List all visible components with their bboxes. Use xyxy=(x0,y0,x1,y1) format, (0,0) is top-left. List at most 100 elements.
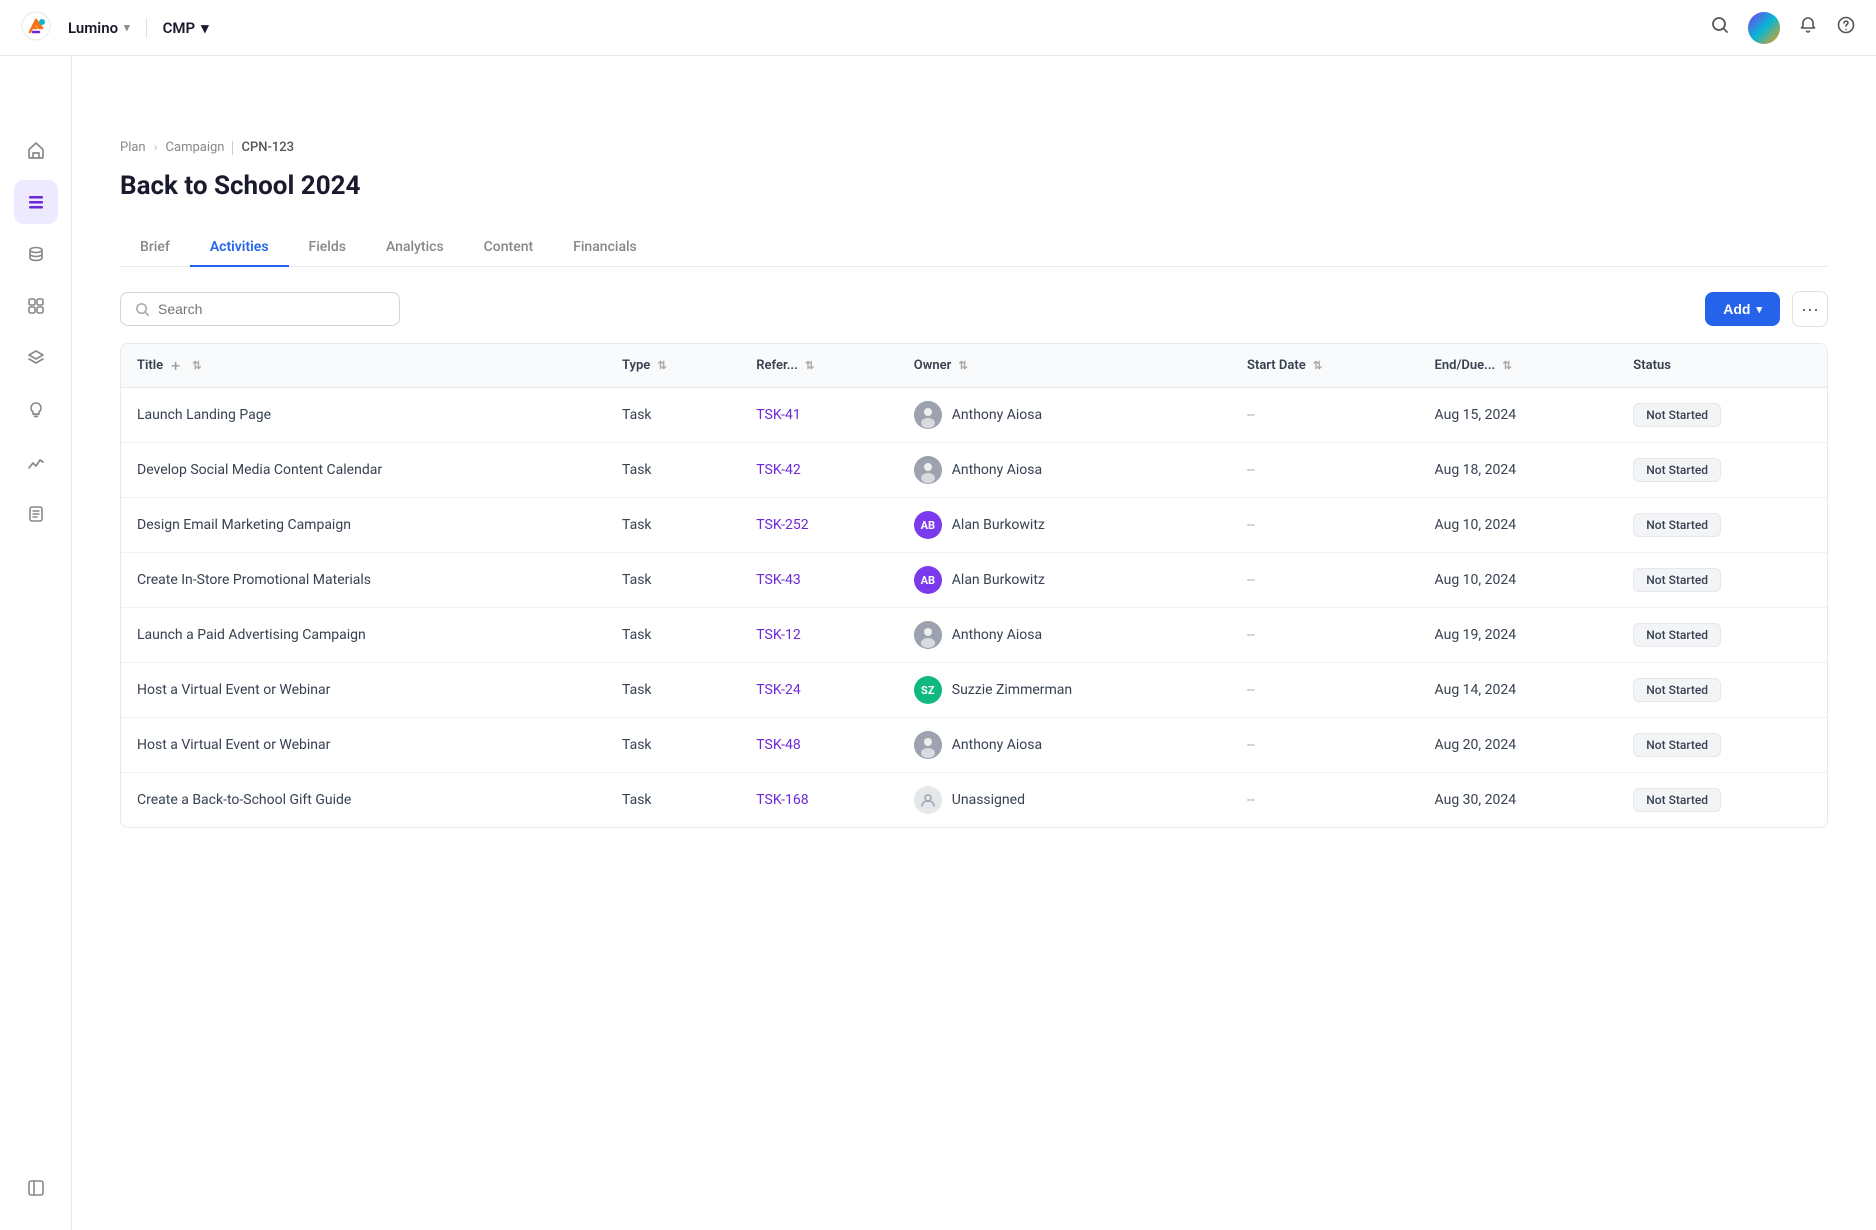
cell-title: Host a Virtual Event or Webinar xyxy=(121,663,606,718)
search-icon xyxy=(135,302,150,317)
sidebar-bottom xyxy=(14,1166,58,1230)
col-title: Title + ⇅ xyxy=(121,344,606,388)
sidebar-item-layers[interactable] xyxy=(14,336,58,380)
table-row[interactable]: Develop Social Media Content Calendar Ta… xyxy=(121,443,1827,498)
table-row[interactable]: Host a Virtual Event or Webinar Task TSK… xyxy=(121,663,1827,718)
page-title: Back to School 2024 xyxy=(120,171,1828,201)
project-selector[interactable]: CMP ▾ xyxy=(163,19,209,37)
tab-fields[interactable]: Fields xyxy=(289,229,366,267)
more-icon: ··· xyxy=(1801,299,1819,320)
sidebar-item-home[interactable] xyxy=(14,128,58,172)
table-row[interactable]: Design Email Marketing Campaign Task TSK… xyxy=(121,498,1827,553)
toolbar-right: Add ▾ ··· xyxy=(1705,291,1828,327)
cell-start-date: -- xyxy=(1231,718,1419,773)
workspace-chevron-icon: ▾ xyxy=(124,21,130,34)
cell-end-due: Aug 10, 2024 xyxy=(1419,553,1618,608)
owner-name: Anthony Aiosa xyxy=(952,737,1042,753)
cell-start-date: -- xyxy=(1231,553,1419,608)
status-badge: Not Started xyxy=(1633,403,1721,427)
sidebar-item-doc[interactable] xyxy=(14,492,58,536)
cell-title: Launch Landing Page xyxy=(121,388,606,443)
status-badge: Not Started xyxy=(1633,733,1721,757)
owner-name: Alan Burkowitz xyxy=(952,517,1045,533)
workspace-selector[interactable]: Lumino ▾ xyxy=(68,19,130,37)
owner-sort-icon[interactable]: ⇅ xyxy=(959,359,968,372)
user-avatar[interactable] xyxy=(1748,12,1780,44)
startdate-sort-icon[interactable]: ⇅ xyxy=(1313,359,1322,372)
table-row[interactable]: Launch Landing Page Task TSK-41 Anthony … xyxy=(121,388,1827,443)
col-reference: Refer... ⇅ xyxy=(740,344,898,388)
cell-end-due: Aug 10, 2024 xyxy=(1419,498,1618,553)
breadcrumb-plan-link[interactable]: Plan xyxy=(120,140,146,155)
cell-type: Task xyxy=(606,663,740,718)
cell-status: Not Started xyxy=(1617,718,1827,773)
cell-title: Design Email Marketing Campaign xyxy=(121,498,606,553)
sidebar-item-database[interactable] xyxy=(14,232,58,276)
more-options-button[interactable]: ··· xyxy=(1792,291,1828,327)
enddue-sort-icon[interactable]: ⇅ xyxy=(1502,359,1511,372)
tab-brief[interactable]: Brief xyxy=(120,229,190,267)
sidebar-item-bulb[interactable] xyxy=(14,388,58,432)
table-row[interactable]: Host a Virtual Event or Webinar Task TSK… xyxy=(121,718,1827,773)
cell-reference: TSK-12 xyxy=(740,608,898,663)
cell-start-date: -- xyxy=(1231,443,1419,498)
table-row[interactable]: Launch a Paid Advertising Campaign Task … xyxy=(121,608,1827,663)
tab-financials[interactable]: Financials xyxy=(553,229,657,267)
cell-owner: Unassigned xyxy=(898,773,1231,828)
tab-analytics[interactable]: Analytics xyxy=(366,229,464,267)
help-button[interactable] xyxy=(1836,15,1856,40)
cell-start-date: -- xyxy=(1231,388,1419,443)
status-badge: Not Started xyxy=(1633,678,1721,702)
owner-name: Anthony Aiosa xyxy=(952,462,1042,478)
notifications-button[interactable] xyxy=(1798,15,1818,40)
type-sort-icon[interactable]: ⇅ xyxy=(658,359,667,372)
cell-end-due: Aug 30, 2024 xyxy=(1419,773,1618,828)
add-button[interactable]: Add ▾ xyxy=(1705,292,1780,326)
add-column-button[interactable]: + xyxy=(171,356,180,375)
cell-owner: Anthony Aiosa xyxy=(898,388,1231,443)
title-sort-icon[interactable]: ⇅ xyxy=(192,359,201,372)
owner-name: Unassigned xyxy=(952,792,1025,808)
status-badge: Not Started xyxy=(1633,568,1721,592)
breadcrumb-id: CPN-123 xyxy=(241,140,294,155)
app-logo[interactable] xyxy=(20,10,52,46)
cell-reference: TSK-24 xyxy=(740,663,898,718)
cell-type: Task xyxy=(606,498,740,553)
tab-activities[interactable]: Activities xyxy=(190,229,289,267)
sidebar xyxy=(0,56,72,1230)
cell-owner: AB Alan Burkowitz xyxy=(898,553,1231,608)
cell-end-due: Aug 14, 2024 xyxy=(1419,663,1618,718)
col-end-due: End/Due... ⇅ xyxy=(1419,344,1618,388)
cell-reference: TSK-48 xyxy=(740,718,898,773)
col-owner: Owner ⇅ xyxy=(898,344,1231,388)
cell-type: Task xyxy=(606,443,740,498)
cell-type: Task xyxy=(606,388,740,443)
sidebar-item-library[interactable] xyxy=(14,284,58,328)
add-label: Add xyxy=(1723,301,1750,317)
search-box xyxy=(120,292,400,326)
owner-avatar: AB xyxy=(914,566,942,594)
status-badge: Not Started xyxy=(1633,623,1721,647)
ref-sort-icon[interactable]: ⇅ xyxy=(805,359,814,372)
owner-avatar xyxy=(914,401,942,429)
breadcrumb-campaign-link[interactable]: Campaign xyxy=(166,140,225,155)
tab-content[interactable]: Content xyxy=(464,229,554,267)
owner-avatar xyxy=(914,786,942,814)
search-button[interactable] xyxy=(1710,15,1730,40)
cell-type: Task xyxy=(606,553,740,608)
table-row[interactable]: Create a Back-to-School Gift Guide Task … xyxy=(121,773,1827,828)
cell-end-due: Aug 15, 2024 xyxy=(1419,388,1618,443)
search-input[interactable] xyxy=(158,301,385,317)
cell-end-due: Aug 20, 2024 xyxy=(1419,718,1618,773)
cell-title: Host a Virtual Event or Webinar xyxy=(121,718,606,773)
owner-name: Alan Burkowitz xyxy=(952,572,1045,588)
cell-status: Not Started xyxy=(1617,663,1827,718)
cell-type: Task xyxy=(606,608,740,663)
owner-name: Anthony Aiosa xyxy=(952,407,1042,423)
sidebar-collapse-button[interactable] xyxy=(14,1166,58,1210)
cell-status: Not Started xyxy=(1617,553,1827,608)
sidebar-item-chart[interactable] xyxy=(14,440,58,484)
owner-name: Suzzie Zimmerman xyxy=(952,682,1072,698)
sidebar-item-list[interactable] xyxy=(14,180,58,224)
table-row[interactable]: Create In-Store Promotional Materials Ta… xyxy=(121,553,1827,608)
